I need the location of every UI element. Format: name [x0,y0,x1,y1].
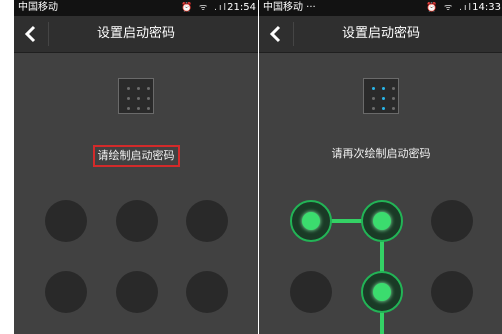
node-core [302,212,320,230]
pattern-node[interactable] [186,200,228,242]
title-bar: 设置启动密码 [259,16,502,53]
preview-dot [392,87,395,90]
status-time: 21:54 [227,2,256,13]
pattern-node[interactable] [45,271,87,313]
preview-dot [372,107,375,110]
preview-dot [392,107,395,110]
pattern-node[interactable] [45,200,87,242]
title-bar: 设置启动密码 [14,16,258,53]
prompt-text-container: 请绘制启动密码 [14,145,258,167]
preview-dot [127,87,130,90]
carrier-label: 中国移动 [18,2,58,13]
status-bar: 中国移动 ⏰ ᯤ .ıl 21:54 [14,0,258,16]
pattern-node[interactable] [431,200,473,242]
page-title: 设置启动密码 [341,26,420,41]
pattern-node-active[interactable] [361,200,403,242]
preview-dot [137,97,140,100]
page-title: 设置启动密码 [96,26,175,41]
pattern-preview [363,78,399,114]
preview-dot [127,107,130,110]
pattern-node[interactable] [116,271,158,313]
preview-dot [137,87,140,90]
preview-dot [147,97,150,100]
pattern-node-active[interactable] [361,271,403,313]
status-bar: 中国移动 ··· ⏰ ᯤ .ıl 14:33 [259,0,502,16]
screen-confirm-password: 中国移动 ··· ⏰ ᯤ .ıl 14:33 设置启动密码 请再次绘制启动密码 [259,0,502,334]
prompt-text: 请再次绘制启动密码 [331,147,431,160]
preview-dot [147,87,150,90]
status-time: 14:33 [472,2,501,13]
pattern-node[interactable] [290,271,332,313]
prompt-text: 请绘制启动密码 [92,145,180,167]
carrier-label: 中国移动 ··· [263,2,316,13]
preview-dot [372,87,375,90]
status-icons: ⏰ ᯤ .ıl [180,3,228,13]
preview-dot [137,107,140,110]
pattern-node[interactable] [186,271,228,313]
preview-dot [382,87,385,90]
preview-dot [392,97,395,100]
status-icons: ⏰ ᯤ .ıl [425,3,473,13]
prompt-text-container: 请再次绘制启动密码 [259,145,502,163]
node-core [373,212,391,230]
pattern-node-active[interactable] [290,200,332,242]
pattern-node[interactable] [116,200,158,242]
preview-dot [127,97,130,100]
node-core [373,283,391,301]
preview-dot [372,97,375,100]
preview-dot [382,107,385,110]
pattern-node[interactable] [431,271,473,313]
preview-dot [147,107,150,110]
pattern-preview [118,78,154,114]
preview-dot [382,97,385,100]
screen-draw-password: 中国移动 ⏰ ᯤ .ıl 21:54 设置启动密码 请绘制启动密码 [14,0,258,334]
